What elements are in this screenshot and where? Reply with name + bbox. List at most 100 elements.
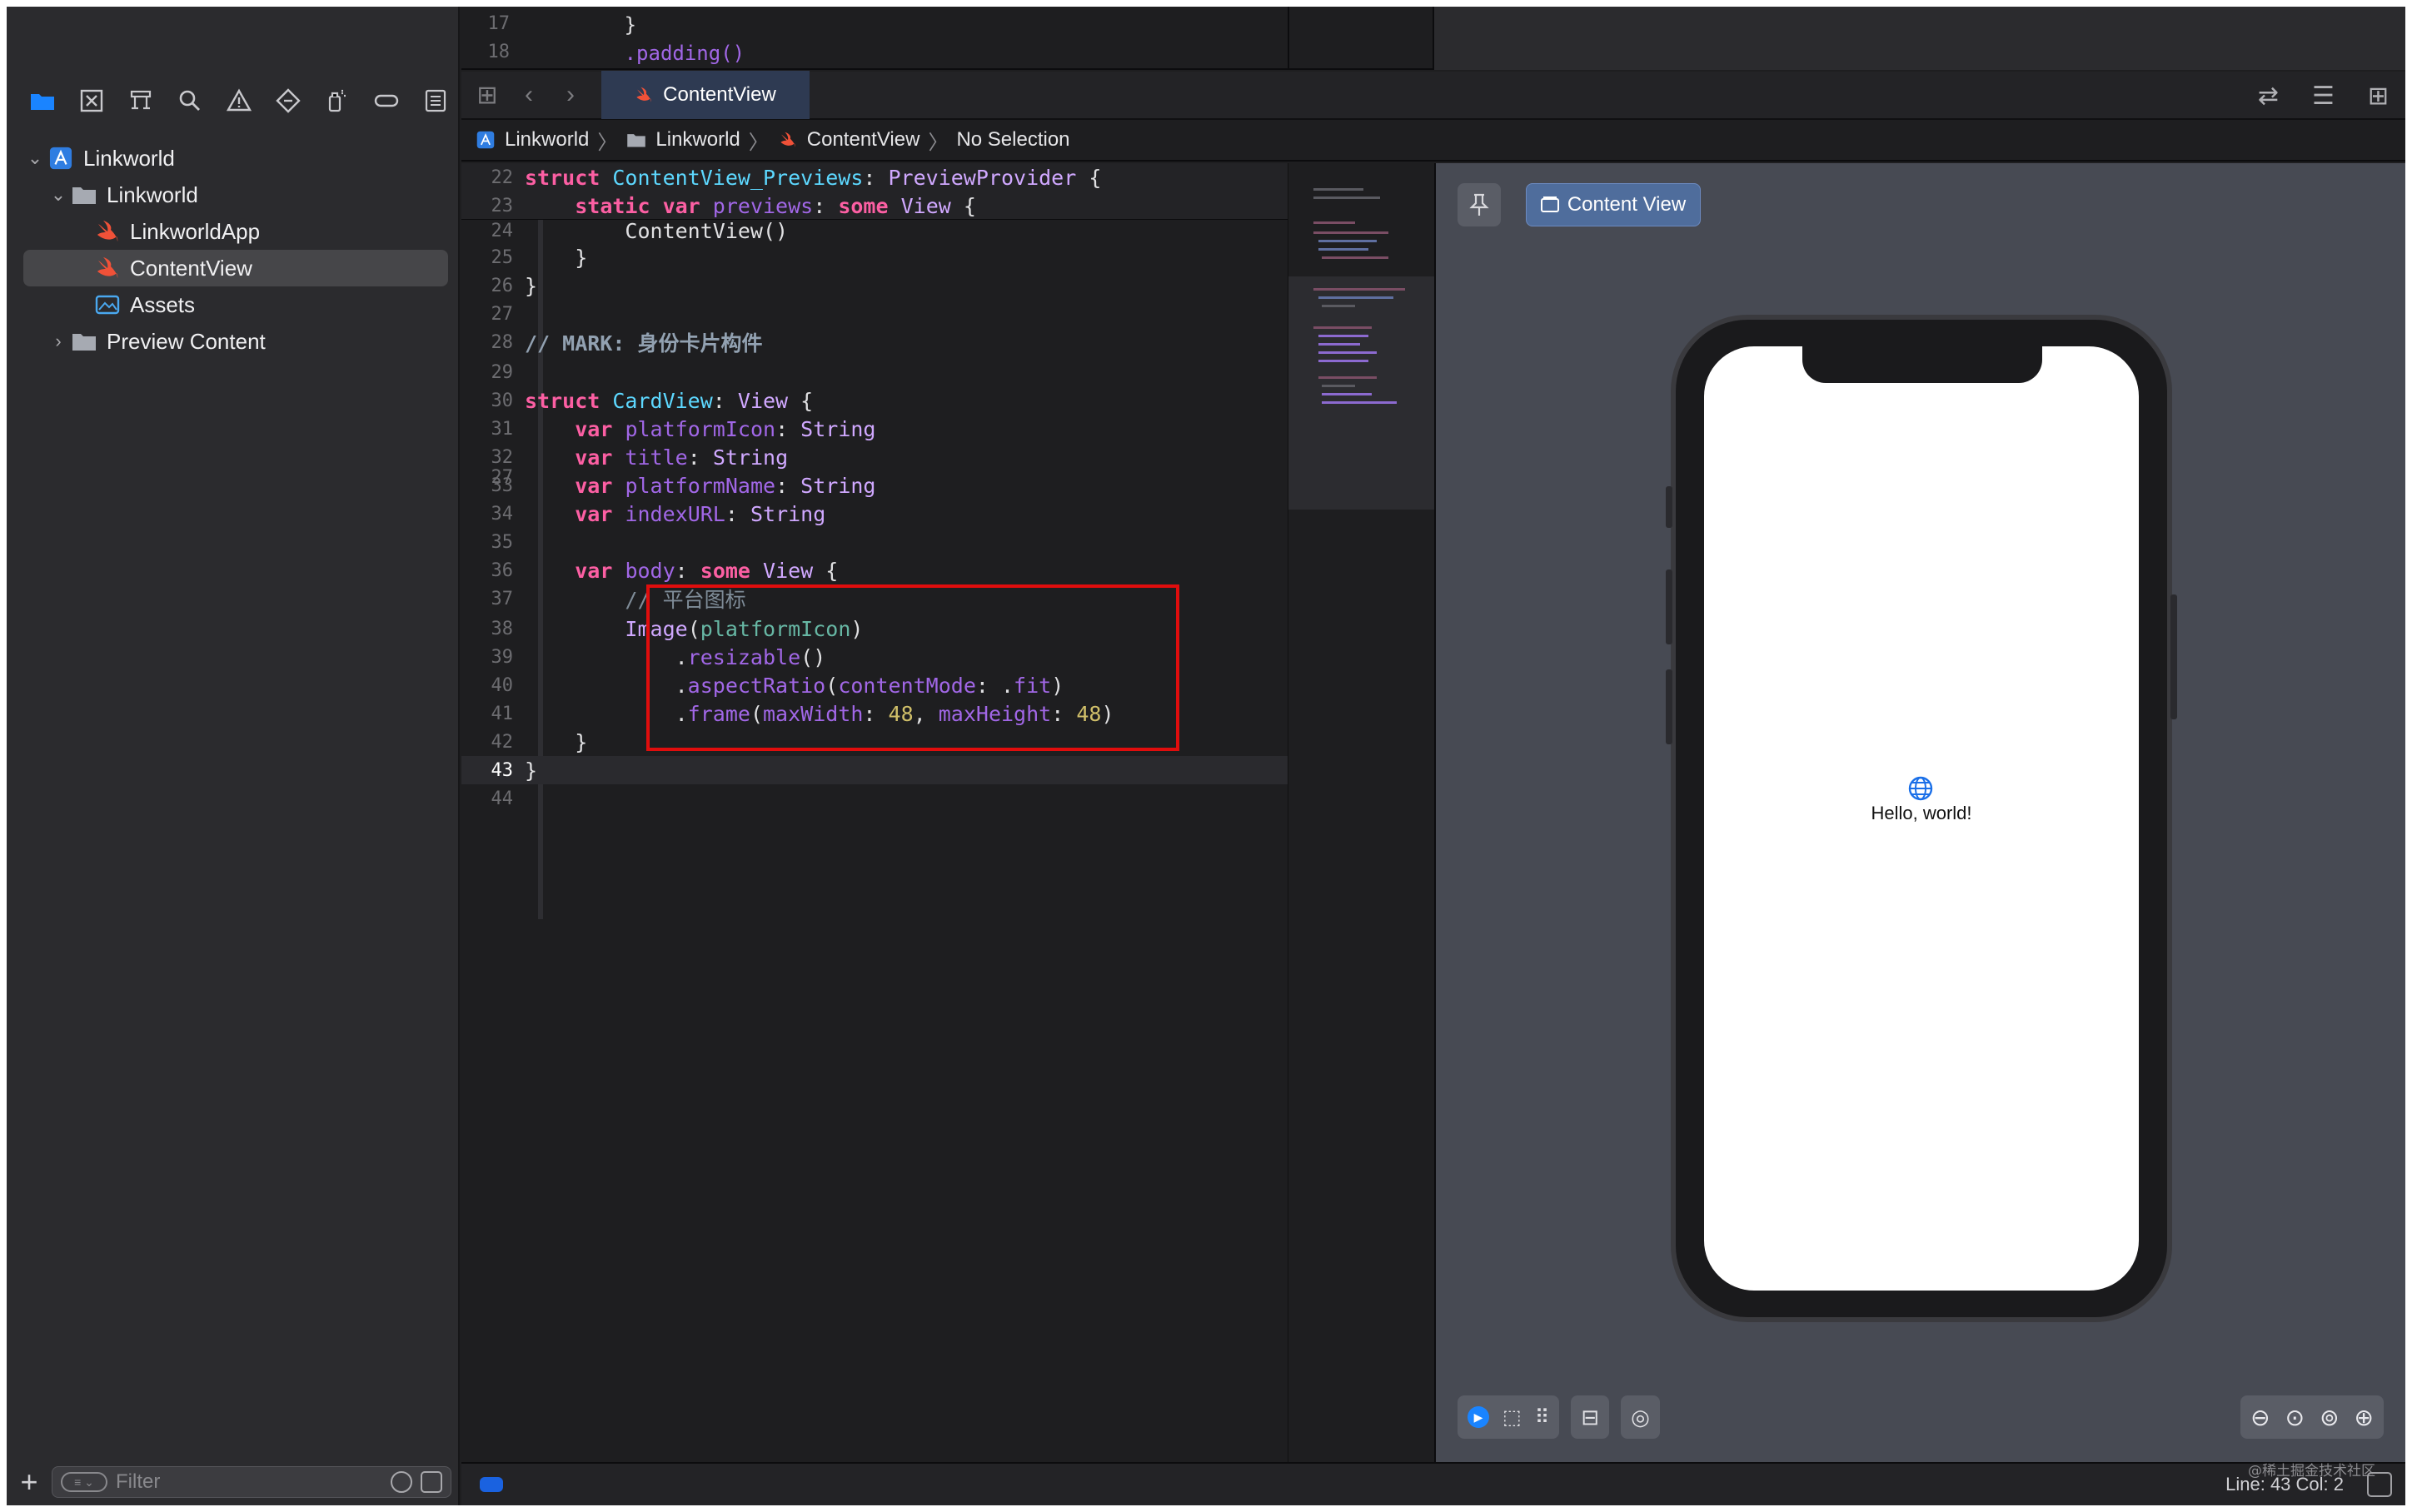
zoom-controls: ⊖ ⊙ ⊚ ⊕ [2240, 1395, 2384, 1439]
breadcrumb-item[interactable]: Linkworld [655, 128, 740, 152]
tree-item-project[interactable]: ⌄ Linkworld [23, 140, 448, 177]
debug-area-toggle[interactable] [480, 1477, 503, 1492]
line-number: 18 [487, 42, 511, 62]
cursor-position: Line: 43 Col: 2 [2225, 1474, 2344, 1495]
tag-icon[interactable] [363, 80, 411, 122]
back-icon[interactable]: ‹ [508, 71, 550, 119]
preview-window-icon [1540, 196, 1559, 213]
tree-item-label: Preview Content [107, 328, 266, 354]
zoom-100-icon[interactable]: ⊙ [2285, 1404, 2305, 1431]
spray-icon[interactable] [314, 80, 361, 122]
panel-toggle-icon[interactable] [2367, 1472, 2392, 1497]
chevron-right-icon[interactable]: › [47, 331, 70, 352]
code-line: } [528, 13, 637, 37]
grid-icon[interactable]: ⊞ [466, 71, 508, 119]
tree-item-label: Linkworld [107, 182, 198, 207]
chevron-right-icon: 〉 [597, 131, 618, 154]
tab-label: ContentView [663, 83, 776, 106]
tree-item-group[interactable]: ⌄ Linkworld [23, 177, 448, 213]
search-icon[interactable] [166, 80, 213, 122]
forward-icon[interactable]: › [550, 71, 591, 119]
chevron-down-icon[interactable]: ⌄ [47, 184, 70, 206]
code-line-current: 43} [461, 756, 1288, 784]
tree-item-file-selected[interactable]: ContentView [23, 250, 448, 286]
folder-icon [70, 182, 98, 207]
tree-item-preview-content[interactable]: › Preview Content [23, 323, 448, 360]
code-line: 44 [491, 788, 514, 809]
tree-item-assets[interactable]: Assets [23, 286, 448, 323]
tree-item-label: LinkworldApp [130, 218, 261, 244]
breadcrumb-item[interactable]: No Selection [956, 128, 1069, 152]
code-line: 28// MARK: 身份卡片构件 [491, 331, 763, 356]
sticky-scope-header: 22 struct ContentView_Previews: PreviewPr… [461, 163, 1288, 220]
chevron-down-icon[interactable]: ⌄ [23, 147, 47, 169]
tree-item-label: Linkworld [83, 145, 175, 171]
zoom-fit-icon[interactable]: ⊚ [2320, 1404, 2339, 1431]
code-line: .padding() [528, 42, 745, 65]
code-line: 32 var title: String [491, 445, 789, 470]
swift-icon [777, 130, 799, 150]
code-line: 35 [491, 531, 514, 553]
breadcrumb-item[interactable]: ContentView [807, 128, 920, 152]
warning-icon[interactable] [215, 80, 262, 122]
tree-item-file[interactable]: LinkworldApp [23, 213, 448, 250]
preview-canvas: Content View Hello, world! ▶ ⬚ ⠿ ⊟ ◎ ⊖ ⊙… [1434, 163, 2405, 1462]
code-line: 25 } [491, 245, 588, 270]
preview-selector-button[interactable]: Content View [1526, 183, 1701, 226]
list-icon[interactable] [412, 80, 460, 122]
code-line: 26} [491, 273, 538, 298]
live-preview-icon[interactable]: ▶ [1468, 1406, 1489, 1428]
device-settings-icon[interactable]: ⊟ [1581, 1405, 1599, 1430]
project-icon [475, 130, 496, 150]
code-line: 36 var body: some View { [491, 558, 839, 583]
folder-icon [70, 329, 98, 354]
preview-chip-label: Content View [1567, 193, 1687, 216]
navigator-toolbar [7, 73, 460, 128]
code-line: 34 var indexURL: String [491, 501, 826, 526]
code-line: 31 var platformIcon: String [491, 416, 876, 441]
device-frame: Hello, world! [1666, 315, 2177, 1322]
source-control-filter-icon[interactable] [421, 1471, 442, 1493]
tree-item-label: Assets [130, 291, 196, 317]
swap-icon[interactable]: ⇄ [2258, 82, 2279, 111]
pin-icon[interactable] [1458, 183, 1501, 226]
project-icon [47, 146, 75, 171]
device-icon[interactable]: ◎ [1631, 1405, 1650, 1430]
diamond-icon[interactable] [265, 80, 312, 122]
filter-options-icon[interactable]: ≡ ⌄ [61, 1472, 107, 1492]
add-icon[interactable]: + [15, 1465, 43, 1500]
globe-icon [1908, 776, 1933, 801]
code-line: 24 ContentView() [491, 218, 789, 243]
filter-input[interactable]: ≡ ⌄ Filter [52, 1466, 451, 1498]
x-square-icon[interactable] [67, 80, 115, 122]
hierarchy-icon[interactable] [117, 80, 164, 122]
navigator-filter-bar: + ≡ ⌄ Filter [7, 1459, 460, 1505]
swift-icon [635, 87, 653, 103]
minimap[interactable] [1288, 163, 1435, 1462]
recent-files-icon[interactable] [391, 1471, 412, 1493]
status-bar: @稀土掘金技术社区 Line: 43 Col: 2 [461, 1462, 2405, 1505]
add-editor-icon[interactable]: ⊞ [2368, 82, 2389, 111]
assets-icon [93, 292, 122, 317]
folder-icon[interactable] [18, 80, 66, 122]
folder-icon [625, 130, 647, 150]
chevron-right-icon: 〉 [748, 131, 769, 154]
tab-contentview[interactable]: ContentView [601, 71, 810, 119]
zoom-in-icon[interactable]: ⊕ [2355, 1404, 2374, 1431]
navigator-sidebar: ⌄ Linkworld ⌄ Linkworld LinkworldApp Con… [7, 7, 460, 1505]
source-editor[interactable]: 27 24 ContentView() 25 } 26} 27 28// MAR… [461, 163, 1288, 1462]
editor-options-icon[interactable]: ☰ [2312, 82, 2335, 111]
device-screen[interactable]: Hello, world! [1704, 346, 2139, 1291]
line-number: 17 [487, 13, 511, 34]
code-line: 27 [491, 303, 514, 325]
project-tree: ⌄ Linkworld ⌄ Linkworld LinkworldApp Con… [23, 140, 448, 360]
code-line: 29 [491, 361, 514, 383]
swift-icon [93, 219, 122, 244]
selectable-mode-icon[interactable]: ⬚ [1503, 1405, 1522, 1430]
zoom-out-icon[interactable]: ⊖ [2250, 1404, 2270, 1431]
chevron-right-icon: 〉 [928, 131, 949, 154]
swift-icon [93, 256, 122, 281]
breadcrumb-item[interactable]: Linkworld [505, 128, 589, 152]
variants-icon[interactable]: ⠿ [1535, 1405, 1550, 1430]
editor-tab-bar: ⊞ ‹ › ContentView ⇄ ☰ ⊞ [461, 71, 2405, 120]
